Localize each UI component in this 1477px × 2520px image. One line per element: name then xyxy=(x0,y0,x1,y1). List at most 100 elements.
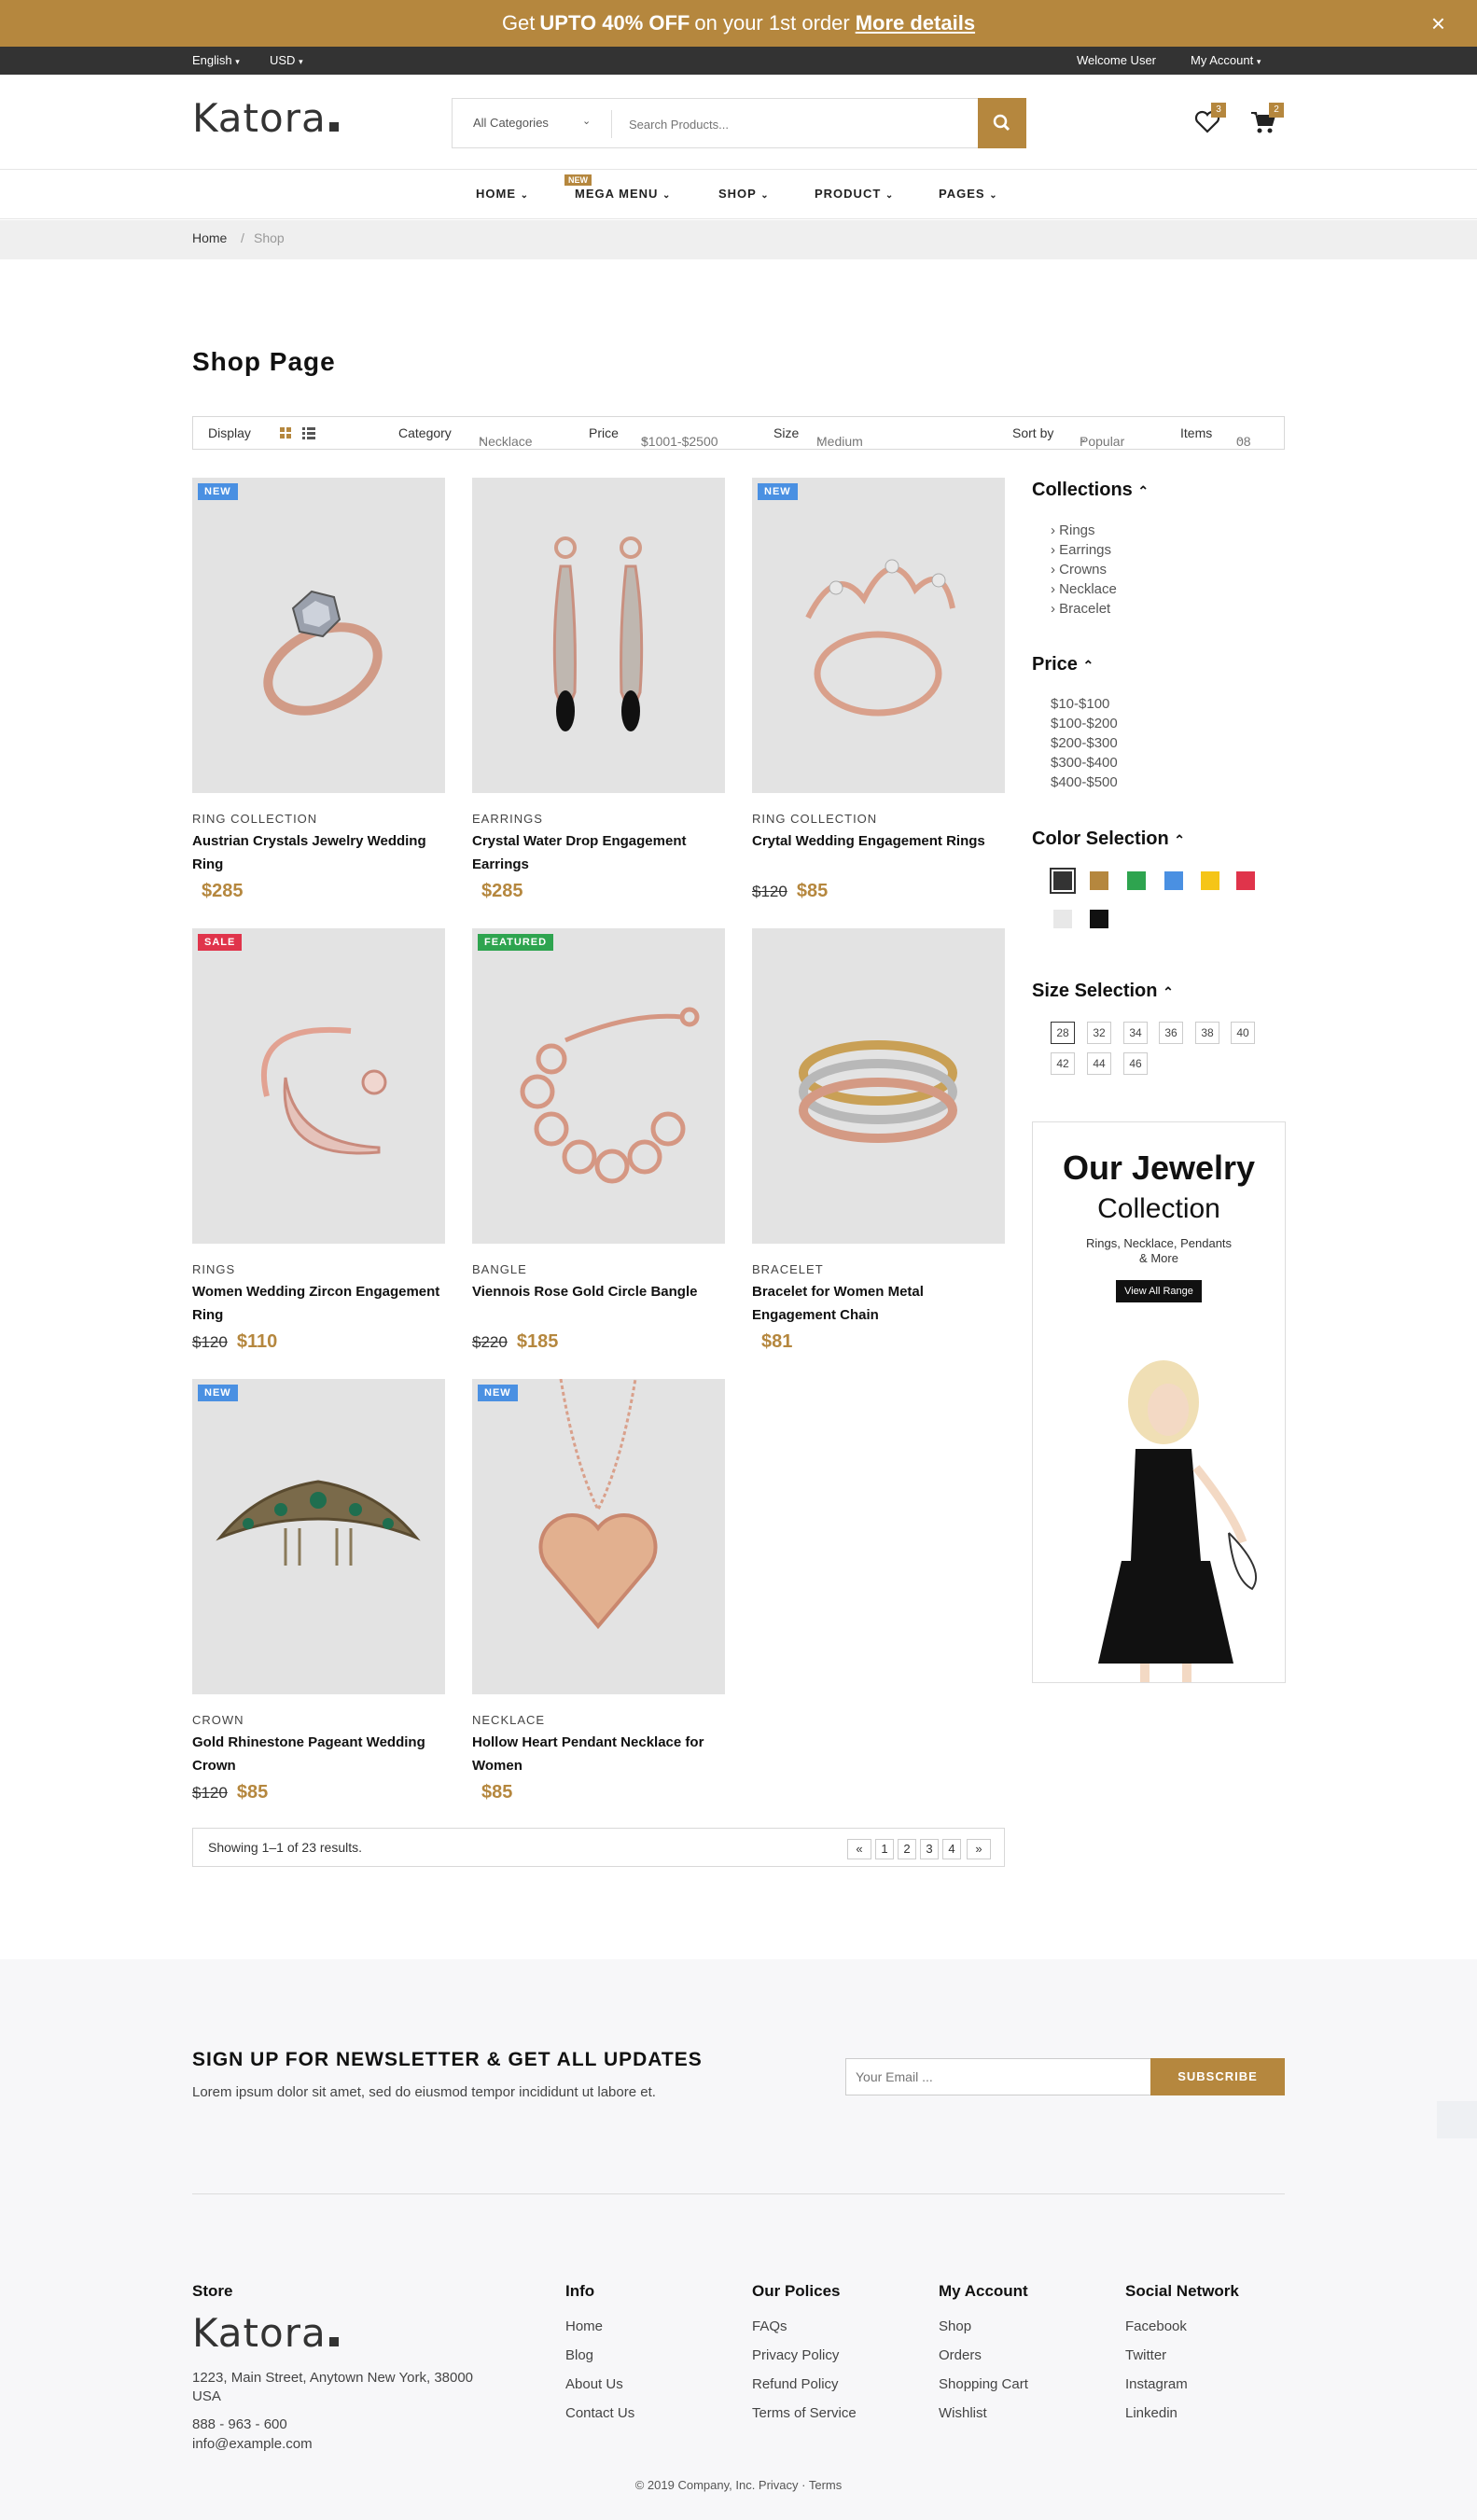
product-name[interactable]: Hollow Heart Pendant Necklace for Women xyxy=(472,1731,725,1777)
size-option[interactable]: 36 xyxy=(1159,1022,1183,1044)
page-link[interactable]: 2 xyxy=(898,1839,916,1859)
footer-link[interactable]: Facebook xyxy=(1125,2318,1187,2334)
footer-link[interactable]: Instagram xyxy=(1125,2376,1188,2392)
color-swatch-red[interactable] xyxy=(1236,871,1255,890)
color-swatch-dark-gray[interactable] xyxy=(1050,868,1076,894)
footer-link[interactable]: Shop xyxy=(939,2318,971,2334)
footer-link[interactable]: FAQs xyxy=(752,2318,787,2334)
product-price: $81 xyxy=(761,1331,793,1352)
page-link[interactable]: 3 xyxy=(920,1839,939,1859)
price-range-link[interactable]: $10-$100 xyxy=(1051,696,1109,712)
page-link[interactable]: 1 xyxy=(875,1839,894,1859)
collection-link[interactable]: › Earrings xyxy=(1051,542,1111,558)
category-select[interactable]: All Categories xyxy=(473,116,549,130)
product-name[interactable]: Viennois Rose Gold Circle Bangle xyxy=(472,1280,725,1303)
my-account-menu[interactable]: My Account ▾ xyxy=(1191,53,1261,67)
footer-link[interactable]: Wishlist xyxy=(939,2405,987,2421)
color-swatch-black[interactable] xyxy=(1090,910,1108,928)
breadcrumb-home[interactable]: Home xyxy=(192,230,227,245)
product-name[interactable]: Crytal Wedding Engagement Rings xyxy=(752,829,1005,853)
list-view-icon[interactable] xyxy=(302,427,315,442)
currency-select[interactable]: USD ▾ xyxy=(270,53,303,67)
color-swatch-light-gray[interactable] xyxy=(1053,910,1072,928)
prev-page-button[interactable]: « xyxy=(847,1839,871,1859)
product-name[interactable]: Crystal Water Drop Engagement Earrings xyxy=(472,829,725,876)
size-option[interactable]: 40 xyxy=(1231,1022,1255,1044)
grid-view-icon[interactable] xyxy=(280,427,292,442)
price-range-link[interactable]: $300-$400 xyxy=(1051,755,1118,771)
search-button[interactable] xyxy=(978,98,1026,148)
footer-link[interactable]: Home xyxy=(565,2318,603,2334)
price-range-link[interactable]: $200-$300 xyxy=(1051,735,1118,751)
scroll-top-button[interactable] xyxy=(1437,2101,1477,2138)
footer-link[interactable]: Refund Policy xyxy=(752,2376,839,2392)
size-option[interactable]: 46 xyxy=(1123,1052,1148,1075)
size-heading[interactable]: Size Selection ⌃ xyxy=(1032,981,1174,1002)
site-logo[interactable]: Katora xyxy=(192,95,339,141)
search-input[interactable] xyxy=(629,110,834,138)
color-swatch-blue[interactable] xyxy=(1164,871,1183,890)
next-page-button[interactable]: » xyxy=(967,1839,991,1859)
close-icon[interactable]: × xyxy=(1431,9,1445,38)
product-name[interactable]: Austrian Crystals Jewelry Wedding Ring xyxy=(192,829,445,876)
product-image[interactable] xyxy=(752,928,1005,1244)
wishlist-button[interactable]: 3 xyxy=(1194,103,1226,139)
product-name[interactable]: Gold Rhinestone Pageant Wedding Crown xyxy=(192,1731,445,1777)
nav-item-shop[interactable]: SHOP ⌄ xyxy=(718,187,770,201)
footer-logo[interactable]: Katora xyxy=(192,2310,339,2356)
color-swatch-yellow[interactable] xyxy=(1201,871,1219,890)
footer-link[interactable]: Blog xyxy=(565,2347,593,2363)
footer-link[interactable]: Shopping Cart xyxy=(939,2376,1028,2392)
page-link[interactable]: 4 xyxy=(942,1839,961,1859)
size-option[interactable]: 42 xyxy=(1051,1052,1075,1075)
my-account-label: My Account xyxy=(1191,53,1254,67)
newsletter-email-input[interactable] xyxy=(845,2058,1151,2095)
footer-link[interactable]: Twitter xyxy=(1125,2347,1166,2363)
collections-heading[interactable]: Collections ⌃ xyxy=(1032,480,1149,501)
store-email[interactable]: info@example.com xyxy=(192,2436,313,2452)
product-name[interactable]: Bracelet for Women Metal Engagement Chai… xyxy=(752,1280,1005,1327)
footer-link[interactable]: Terms of Service xyxy=(752,2405,857,2421)
collection-banner[interactable]: Our Jewelry Collection Rings, Necklace, … xyxy=(1032,1121,1286,1683)
collection-link[interactable]: › Bracelet xyxy=(1051,601,1110,617)
color-swatch-green[interactable] xyxy=(1127,871,1146,890)
product-image[interactable]: SALE xyxy=(192,928,445,1244)
banner-text-2: & More xyxy=(1139,1251,1178,1265)
nav-item-pages[interactable]: PAGES ⌄ xyxy=(939,187,998,201)
footer-link[interactable]: Contact Us xyxy=(565,2405,634,2421)
site-header: Katora All Categories ⌄ 3 2 xyxy=(0,75,1477,170)
view-all-range-button[interactable]: View All Range xyxy=(1116,1280,1202,1302)
color-heading[interactable]: Color Selection ⌃ xyxy=(1032,828,1185,850)
footer-link[interactable]: Orders xyxy=(939,2347,982,2363)
product-image[interactable] xyxy=(472,478,725,793)
nav-item-home[interactable]: HOME ⌄ xyxy=(476,187,529,201)
product-image[interactable]: NEW xyxy=(192,1379,445,1694)
collection-link[interactable]: › Rings xyxy=(1051,522,1095,538)
footer-link[interactable]: Linkedin xyxy=(1125,2405,1177,2421)
size-option[interactable]: 38 xyxy=(1195,1022,1219,1044)
collection-link[interactable]: › Necklace xyxy=(1051,581,1117,597)
subscribe-button[interactable]: SUBSCRIBE xyxy=(1150,2058,1285,2095)
size-option[interactable]: 28 xyxy=(1051,1022,1075,1044)
price-range-link[interactable]: $400-$500 xyxy=(1051,774,1118,790)
footer-link[interactable]: Privacy Policy xyxy=(752,2347,839,2363)
nav-item-mega-menu[interactable]: MEGA MENU ⌄ xyxy=(575,187,671,201)
collection-link[interactable]: › Crowns xyxy=(1051,562,1107,578)
product-tag: SALE xyxy=(198,934,243,951)
cart-button[interactable]: 2 xyxy=(1250,103,1284,139)
size-option[interactable]: 34 xyxy=(1123,1022,1148,1044)
product-image[interactable]: FEATURED xyxy=(472,928,725,1244)
size-option[interactable]: 32 xyxy=(1087,1022,1111,1044)
price-range-link[interactable]: $100-$200 xyxy=(1051,716,1118,731)
price-heading[interactable]: Price ⌃ xyxy=(1032,654,1094,675)
language-select[interactable]: English ▾ xyxy=(192,53,240,67)
product-image[interactable]: NEW xyxy=(472,1379,725,1694)
color-swatch-gold[interactable] xyxy=(1090,871,1108,890)
nav-item-product[interactable]: PRODUCT ⌄ xyxy=(815,187,894,201)
promo-more-link[interactable]: More details xyxy=(856,11,975,35)
product-image[interactable]: NEW xyxy=(752,478,1005,793)
product-name[interactable]: Women Wedding Zircon Engagement Ring xyxy=(192,1280,445,1327)
footer-link[interactable]: About Us xyxy=(565,2376,623,2392)
product-image[interactable]: NEW xyxy=(192,478,445,793)
size-option[interactable]: 44 xyxy=(1087,1052,1111,1075)
